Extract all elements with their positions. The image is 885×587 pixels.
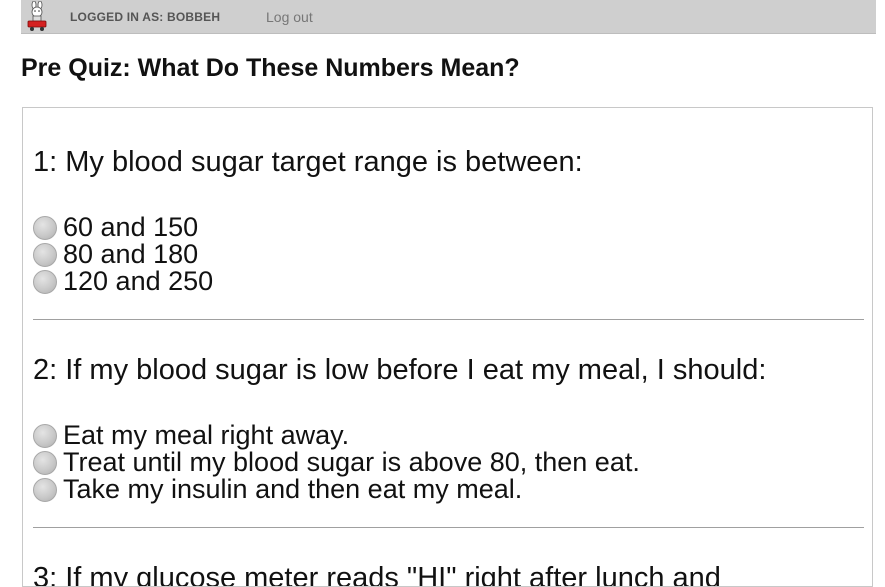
- question-2-option-2[interactable]: Treat until my blood sugar is above 80, …: [33, 447, 640, 477]
- question-1-text: 1: My blood sugar target range is betwee…: [33, 146, 583, 178]
- question-2-options: Eat my meal right away. Treat until my b…: [33, 420, 640, 504]
- top-bar: LOGGED IN AS: BOBBEH Log out: [21, 0, 876, 34]
- radio-button-icon[interactable]: [33, 450, 57, 475]
- question-1-option-2[interactable]: 80 and 180: [33, 239, 213, 269]
- question-1-option-1[interactable]: 60 and 150: [33, 212, 213, 242]
- radio-button-icon[interactable]: [33, 242, 57, 267]
- question-1-options: 60 and 150 80 and 180 120 and 250: [33, 212, 214, 296]
- logo-icon: [27, 1, 47, 31]
- option-label: 120 and 250: [63, 266, 214, 296]
- question-3-text: 3: If my glucose meter reads "HI" right …: [33, 562, 721, 587]
- question-divider: [33, 527, 864, 528]
- quiz-container: 1: My blood sugar target range is betwee…: [22, 107, 873, 587]
- page-title: Pre Quiz: What Do These Numbers Mean?: [21, 54, 520, 82]
- radio-button-icon[interactable]: [33, 269, 57, 294]
- question-2-option-3[interactable]: Take my insulin and then eat my meal.: [33, 474, 640, 504]
- radio-button-icon[interactable]: [33, 423, 57, 448]
- radio-button-icon[interactable]: [33, 477, 57, 502]
- logout-link[interactable]: Log out: [266, 9, 313, 25]
- radio-button-icon[interactable]: [33, 215, 57, 240]
- option-label: Take my insulin and then eat my meal.: [63, 474, 523, 504]
- question-divider: [33, 319, 864, 320]
- question-2-option-1[interactable]: Eat my meal right away.: [33, 420, 640, 450]
- logged-in-label: LOGGED IN AS: BOBBEH: [70, 10, 221, 24]
- question-2-text: 2: If my blood sugar is low before I eat…: [33, 354, 767, 386]
- question-1-option-3[interactable]: 120 and 250: [33, 266, 214, 296]
